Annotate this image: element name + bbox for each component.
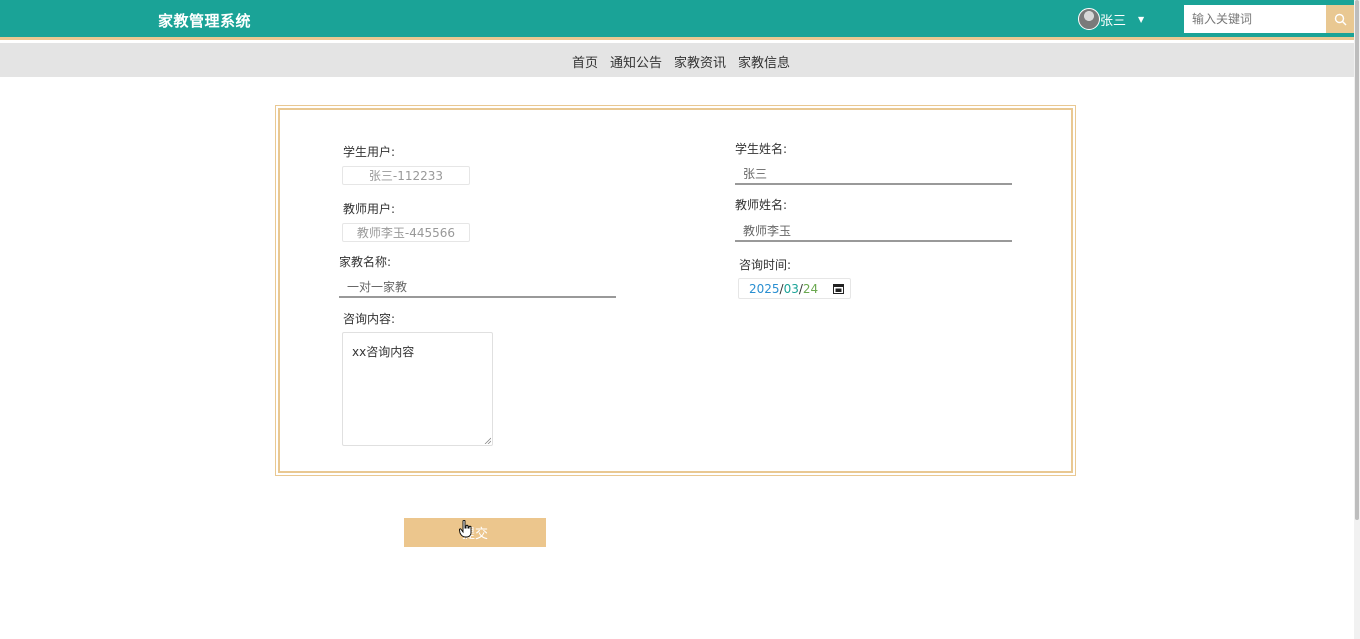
search-input[interactable]: [1184, 5, 1326, 33]
resize-grip-icon[interactable]: [484, 437, 491, 444]
nav-item-tutoring-info[interactable]: 家教信息: [738, 52, 790, 71]
nav-item-notices[interactable]: 通知公告: [610, 52, 662, 71]
submit-button[interactable]: 提交: [404, 518, 546, 547]
student-name-field[interactable]: 张三: [735, 163, 1012, 185]
consult-content-textarea[interactable]: xx咨询内容: [342, 332, 493, 446]
teacher-user-field[interactable]: 教师李玉-445566: [342, 223, 470, 242]
student-user-value: 张三-112233: [368, 169, 444, 183]
scrollbar-thumb[interactable]: [1355, 0, 1359, 520]
main-nav: 首页 通知公告 家教资讯 家教信息: [0, 43, 1360, 77]
caret-down-icon[interactable]: ▼: [1138, 15, 1144, 24]
user-name[interactable]: 张三: [1100, 10, 1126, 29]
user-menu[interactable]: 张三 ▼: [1078, 8, 1144, 30]
teacher-name-value: 教师李玉: [743, 223, 792, 238]
teacher-name-field[interactable]: 教师李玉: [735, 220, 1012, 242]
student-user-label: 学生用户:: [343, 145, 396, 159]
student-user-field[interactable]: 张三-112233: [342, 166, 470, 185]
search-button[interactable]: [1326, 5, 1354, 33]
nav-item-news[interactable]: 家教资讯: [674, 52, 726, 71]
nav-item-home[interactable]: 首页: [572, 52, 598, 71]
date-day[interactable]: 24: [803, 282, 818, 296]
tutoring-name-value: 一对一家教: [347, 279, 408, 294]
top-header: 家教管理系统 张三 ▼: [0, 0, 1360, 40]
nav-list: 首页 通知公告 家教资讯 家教信息: [572, 52, 790, 71]
teacher-user-value: 教师李玉-445566: [356, 226, 456, 240]
calendar-icon[interactable]: [833, 283, 844, 294]
consult-content-value: xx咨询内容: [352, 345, 415, 359]
consult-content-label: 咨询内容:: [343, 312, 396, 326]
date-month[interactable]: 03: [784, 282, 799, 296]
search-box: [1184, 5, 1354, 33]
consult-date-input[interactable]: 2025 / 03 / 24: [738, 278, 851, 299]
student-name-value: 张三: [743, 166, 768, 181]
tutoring-name-label: 家教名称:: [339, 255, 392, 269]
app-title[interactable]: 家教管理系统: [158, 10, 251, 31]
date-year[interactable]: 2025: [749, 282, 780, 296]
student-name-label: 学生姓名:: [735, 142, 788, 156]
hand-cursor-icon: [459, 520, 472, 538]
avatar[interactable]: [1078, 8, 1100, 30]
teacher-user-label: 教师用户:: [343, 202, 396, 216]
tutoring-name-field[interactable]: 一对一家教: [339, 276, 616, 298]
search-icon: [1334, 13, 1346, 25]
consult-time-label: 咨询时间:: [739, 258, 792, 272]
teacher-name-label: 教师姓名:: [735, 198, 788, 212]
